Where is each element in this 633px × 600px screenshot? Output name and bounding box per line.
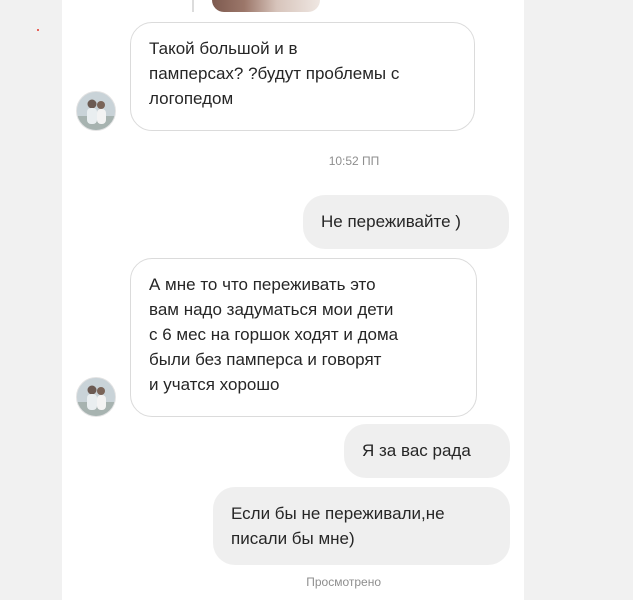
message-outgoing-3[interactable]: Если бы не переживали,не писали бы мне) bbox=[213, 487, 510, 565]
seen-status: Просмотрено bbox=[306, 575, 381, 589]
notification-dot bbox=[37, 29, 39, 31]
message-incoming-2[interactable]: А мне то что переживать это вам надо зад… bbox=[130, 258, 477, 417]
message-outgoing-2[interactable]: Я за вас рада bbox=[344, 424, 510, 478]
avatar-photo-icon bbox=[77, 92, 115, 130]
message-incoming-1[interactable]: Такой большой и в памперсах? ?будут проб… bbox=[130, 22, 475, 131]
message-outgoing-1[interactable]: Не переживайте ) bbox=[303, 195, 509, 249]
reply-quote-line bbox=[192, 0, 194, 12]
contact-avatar[interactable] bbox=[76, 377, 116, 417]
avatar-photo-icon bbox=[77, 378, 115, 416]
message-timestamp: 10:52 ПП bbox=[328, 154, 380, 168]
chat-thread[interactable]: Такой большой и в памперсах? ?будут проб… bbox=[62, 0, 524, 600]
contact-avatar[interactable] bbox=[76, 91, 116, 131]
shared-photo-preview[interactable] bbox=[212, 0, 320, 12]
